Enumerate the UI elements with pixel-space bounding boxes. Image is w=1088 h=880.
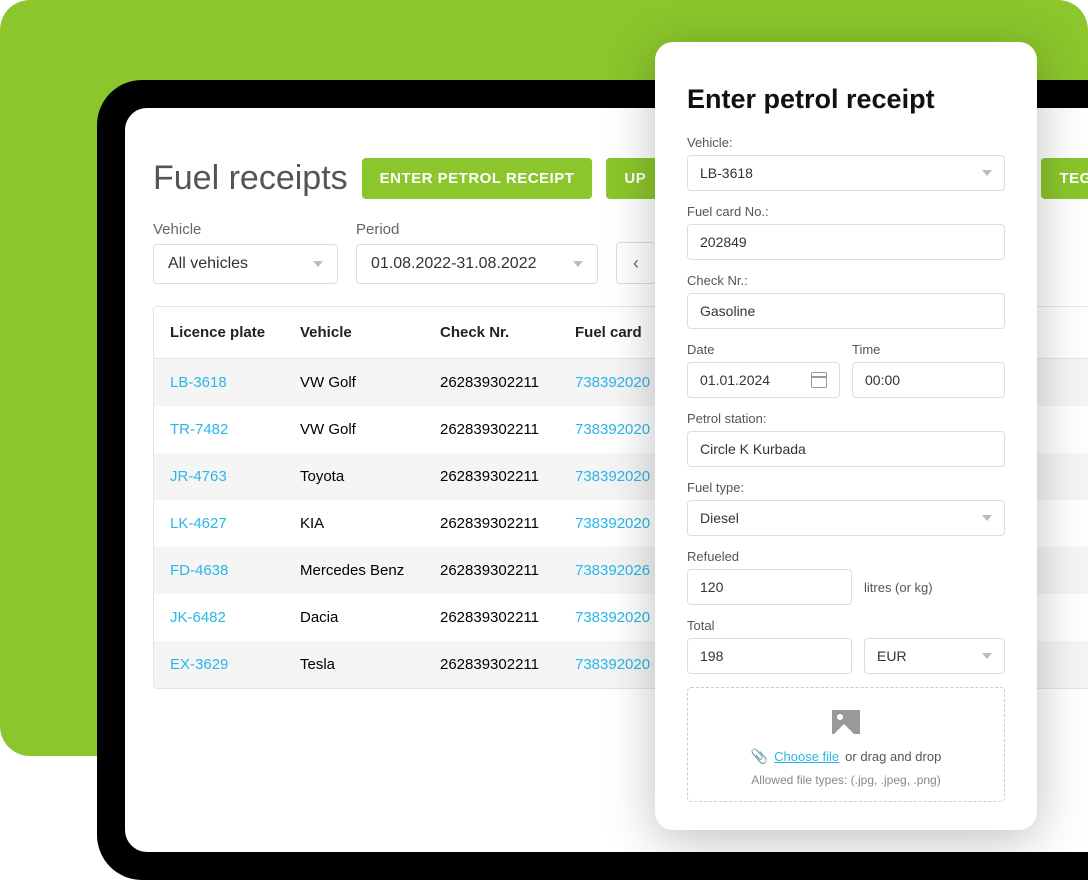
vehicle-filter: Vehicle All vehicles xyxy=(153,221,338,284)
plate-link[interactable]: JK-6482 xyxy=(170,609,300,626)
cell-vehicle: KIA xyxy=(300,515,440,532)
cell-check: 262839302211 xyxy=(440,562,575,579)
plate-link[interactable]: JR-4763 xyxy=(170,468,300,485)
refueled-unit: litres (or kg) xyxy=(864,580,933,595)
cell-vehicle: Dacia xyxy=(300,609,440,626)
vehicle-label: Vehicle: xyxy=(687,135,1005,150)
total-label: Total xyxy=(687,618,1005,633)
vehicle-filter-label: Vehicle xyxy=(153,221,338,238)
refueled-input[interactable] xyxy=(687,569,852,605)
check-label: Check Nr.: xyxy=(687,273,1005,288)
currency-select[interactable]: EUR xyxy=(864,638,1005,674)
plate-link[interactable]: LB-3618 xyxy=(170,374,300,391)
fuelcard-input[interactable] xyxy=(687,224,1005,260)
modal-title: Enter petrol receipt xyxy=(687,84,1005,115)
refueled-label: Refueled xyxy=(687,549,1005,564)
date-value: 01.01.2024 xyxy=(700,372,770,388)
check-input[interactable] xyxy=(687,293,1005,329)
cell-vehicle: Toyota xyxy=(300,468,440,485)
chevron-down-icon xyxy=(982,170,992,176)
cell-vehicle: Tesla xyxy=(300,656,440,673)
period-filter: Period 01.08.2022-31.08.2022 xyxy=(356,221,598,284)
date-input[interactable]: 01.01.2024 xyxy=(687,362,840,398)
cell-check: 262839302211 xyxy=(440,421,575,438)
page-title: Fuel receipts xyxy=(153,159,348,198)
plate-link[interactable]: FD-4638 xyxy=(170,562,300,579)
currency-value: EUR xyxy=(877,648,907,664)
cell-check: 262839302211 xyxy=(440,656,575,673)
date-label: Date xyxy=(687,342,840,357)
period-dropdown[interactable]: 01.08.2022-31.08.2022 xyxy=(356,244,598,284)
period-filter-label: Period xyxy=(356,221,598,238)
chevron-down-icon xyxy=(982,515,992,521)
image-icon xyxy=(832,710,860,734)
cell-vehicle: Mercedes Benz xyxy=(300,562,440,579)
plate-link[interactable]: LK-4627 xyxy=(170,515,300,532)
plate-link[interactable]: EX-3629 xyxy=(170,656,300,673)
fueltype-label: Fuel type: xyxy=(687,480,1005,495)
vehicle-select[interactable]: LB-3618 xyxy=(687,155,1005,191)
vehicle-dropdown[interactable]: All vehicles xyxy=(153,244,338,284)
chevron-down-icon xyxy=(982,653,992,659)
chevron-left-icon: ‹ xyxy=(633,253,639,274)
cell-check: 262839302211 xyxy=(440,515,575,532)
integration-button[interactable]: TEGRAT xyxy=(1041,158,1088,199)
paperclip-icon: 📎 xyxy=(751,748,768,765)
enter-receipt-button[interactable]: ENTER PETROL RECEIPT xyxy=(362,158,593,199)
plate-link[interactable]: TR-7482 xyxy=(170,421,300,438)
time-label: Time xyxy=(852,342,1005,357)
header-vehicle: Vehicle xyxy=(300,324,440,341)
cell-vehicle: VW Golf xyxy=(300,421,440,438)
cell-check: 262839302211 xyxy=(440,374,575,391)
station-label: Petrol station: xyxy=(687,411,1005,426)
choose-file-link[interactable]: Choose file xyxy=(774,749,839,764)
header-plate: Licence plate xyxy=(170,324,300,341)
cell-check: 262839302211 xyxy=(440,609,575,626)
time-input[interactable] xyxy=(852,362,1005,398)
calendar-icon xyxy=(811,372,827,388)
total-input[interactable] xyxy=(687,638,852,674)
period-dropdown-value: 01.08.2022-31.08.2022 xyxy=(371,255,536,273)
vehicle-dropdown-value: All vehicles xyxy=(168,255,248,273)
chevron-down-icon xyxy=(313,261,323,267)
header-check: Check Nr. xyxy=(440,324,575,341)
station-input[interactable] xyxy=(687,431,1005,467)
file-upload-area[interactable]: 📎 Choose file or drag and drop Allowed f… xyxy=(687,687,1005,802)
enter-receipt-modal: Enter petrol receipt Vehicle: LB-3618 Fu… xyxy=(655,42,1037,830)
chevron-down-icon xyxy=(573,261,583,267)
upload-hint: Allowed file types: (.jpg, .jpeg, .png) xyxy=(704,773,988,787)
prev-button[interactable]: ‹ xyxy=(616,242,656,284)
fuelcard-label: Fuel card No.: xyxy=(687,204,1005,219)
fueltype-select[interactable]: Diesel xyxy=(687,500,1005,536)
fueltype-select-value: Diesel xyxy=(700,510,739,526)
vehicle-select-value: LB-3618 xyxy=(700,165,753,181)
cell-vehicle: VW Golf xyxy=(300,374,440,391)
drag-drop-text: or drag and drop xyxy=(845,749,941,764)
cell-check: 262839302211 xyxy=(440,468,575,485)
